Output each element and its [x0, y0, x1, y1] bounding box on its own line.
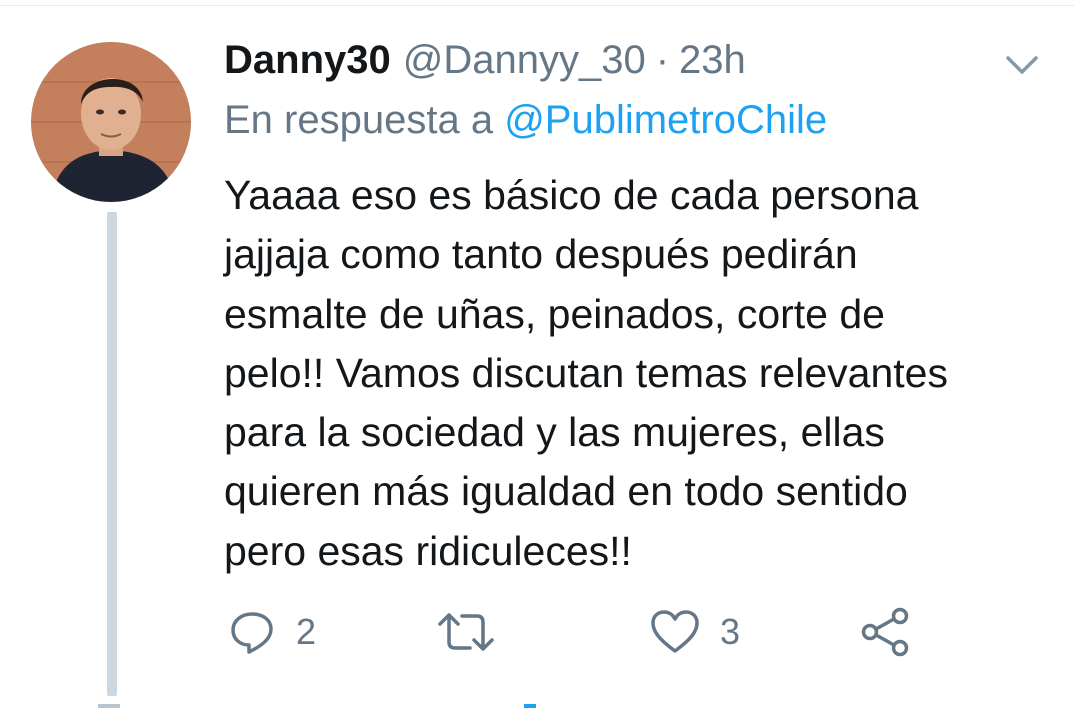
user-handle[interactable]: @Dannyy_30: [403, 38, 646, 83]
next-item-edge: [98, 704, 120, 708]
reply-icon: [228, 608, 276, 656]
tweet-text: Yaaaa eso es básico de cada persona jajj…: [224, 172, 948, 574]
share-icon: [860, 607, 912, 657]
heart-icon: [650, 609, 700, 655]
timestamp[interactable]: 23h: [679, 38, 746, 83]
reply-mention-link[interactable]: @PublimetroChile: [504, 98, 827, 142]
avatar[interactable]: [31, 42, 191, 202]
like-count: 3: [720, 611, 741, 652]
retweet-icon: [436, 608, 496, 656]
separator: ·: [655, 38, 670, 82]
share-button[interactable]: [860, 604, 912, 660]
like-button[interactable]: 3: [650, 604, 740, 660]
reply-count: 2: [296, 611, 317, 652]
next-item-edge-accent: [524, 704, 536, 708]
display-name[interactable]: Danny30: [224, 38, 391, 83]
retweet-button[interactable]: [436, 604, 516, 660]
reply-prefix: En respuesta a: [224, 98, 494, 142]
tweet-header: Danny30 @Dannyy_30 · 23h: [224, 38, 746, 88]
chevron-down-icon[interactable]: [1004, 52, 1040, 78]
reply-button[interactable]: 2: [228, 604, 316, 660]
thread-line: [107, 212, 117, 696]
reply-context: En respuesta a @PublimetroChile: [224, 98, 827, 148]
top-divider: [0, 5, 1074, 6]
